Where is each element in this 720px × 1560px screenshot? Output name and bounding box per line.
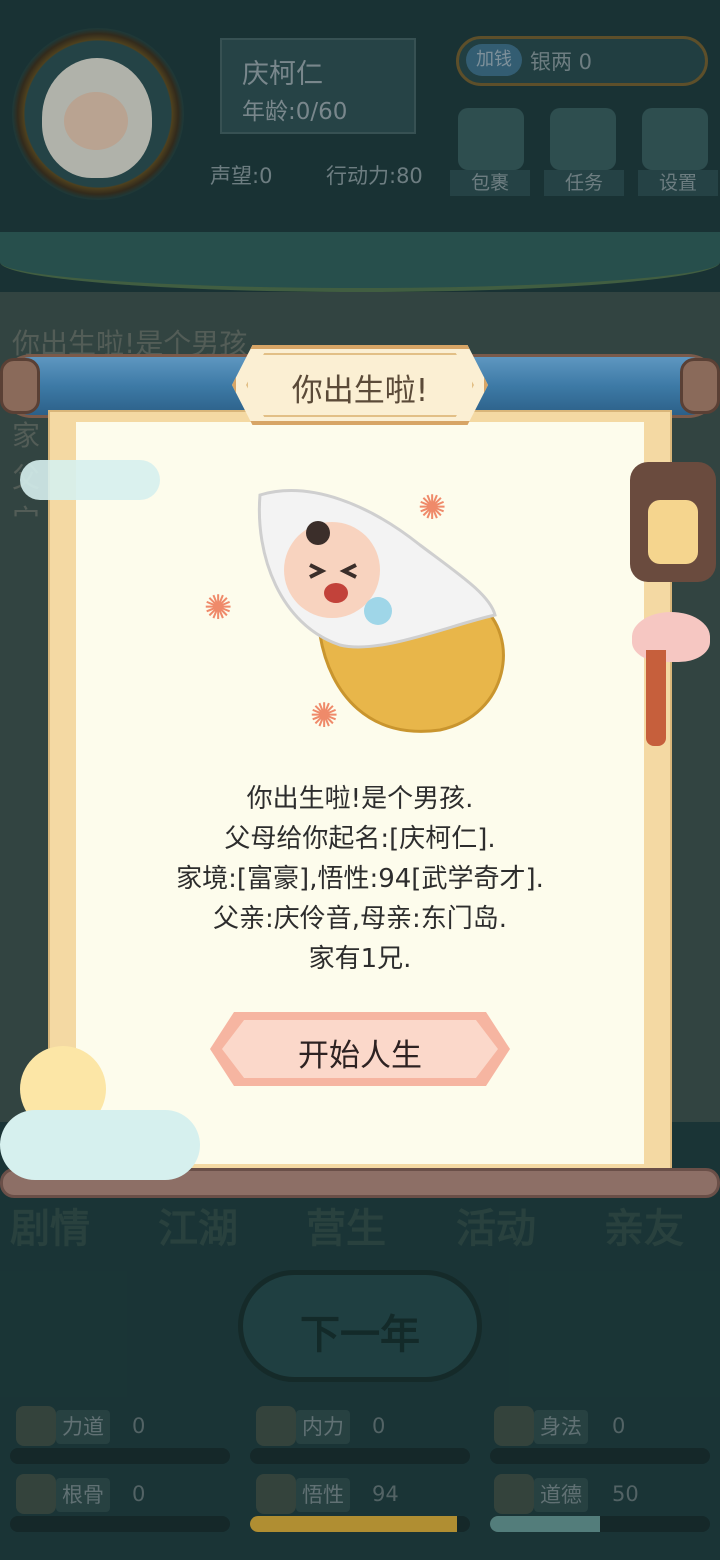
cloud-decoration [0,1110,200,1180]
flower-icon: ✺ [310,696,339,736]
dialog-story-line: 父母给你起名:[庆柯仁]. [224,824,496,854]
dialog-title: 你出生啦! [291,373,429,409]
flower-icon: ✺ [204,588,233,628]
tassel-decoration [646,650,666,746]
scroll-rod-cap-right [680,358,720,414]
scroll-rod-cap-left [0,358,40,414]
start-life-button-face[interactable] [222,1020,498,1078]
newborn-baby-illustration [250,485,520,735]
cloud-decoration [20,460,160,500]
dialog-story-line: 家境:[富豪],悟性:94[武学奇才]. [176,864,544,894]
dialog-story-line: 你出生啦!是个男孩. [246,784,474,814]
dialog-story-line: 父亲:庆伶音,母亲:东门岛. [212,904,508,934]
lantern-glow [648,500,698,564]
lotus-icon [632,612,710,662]
dialog-story-line: 家有1兄. [308,944,412,974]
swaddled-baby-icon [257,489,505,733]
flower-icon: ✺ [418,488,447,528]
